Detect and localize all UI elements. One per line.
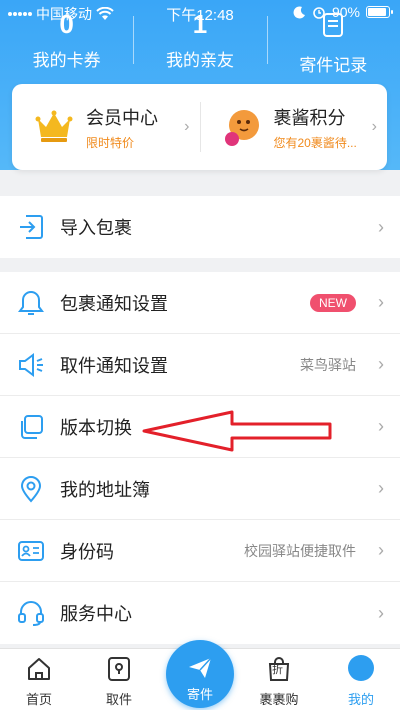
location-pin-icon: [20, 476, 42, 503]
member-center-subtitle: 限时特价: [86, 135, 135, 150]
version-switch-label: 版本切换: [60, 417, 132, 438]
profile-avatar-icon: [348, 655, 374, 681]
speaker-icon: [19, 353, 43, 377]
chevron-right-icon: ›: [378, 416, 384, 436]
stat-coupons-count: 0: [59, 9, 74, 39]
member-center-entry[interactable]: 会员中心 限时特价 ›: [12, 84, 200, 170]
chevron-right-icon: ›: [378, 602, 384, 623]
settings-section: 包裹通知设置 NEW › 取件通知设置 菜鸟驿站 › 版本切换 › 我的地址簿 …: [0, 272, 400, 644]
service-center-row[interactable]: 服务中心 ›: [0, 582, 400, 644]
tab-me-label: 我的: [347, 692, 374, 707]
tab-me[interactable]: 我的: [326, 649, 396, 710]
identity-code-label: 身份码: [60, 541, 114, 562]
member-card: 会员中心 限时特价 › 裹酱积分 您有20裹酱待... ›: [12, 84, 387, 170]
mascot-icon: [224, 110, 259, 146]
chevron-right-icon: ›: [184, 118, 190, 135]
chevron-right-icon: ›: [378, 292, 384, 312]
member-center-title: 会员中心: [86, 107, 158, 128]
stat-friends-label: 我的亲友: [165, 51, 234, 70]
pickup-notify-label: 取件通知设置: [60, 355, 168, 376]
profile-header: 中国移动 下午12:48 90% 0 我的卡券 1 我的亲友 寄件记录 会员中心…: [0, 0, 400, 170]
tab-send[interactable]: 寄件: [166, 640, 234, 708]
tab-pickup-label: 取件: [105, 692, 132, 707]
id-card-icon: [18, 541, 44, 561]
new-badge: NEW: [310, 293, 356, 312]
import-parcel-label: 导入包裹: [60, 218, 132, 238]
chevron-right-icon: ›: [371, 118, 377, 135]
home-icon: [28, 658, 50, 680]
stat-friends-count: 1: [192, 9, 208, 39]
stat-coupons-label: 我的卡券: [32, 51, 101, 70]
annotation-arrow: [142, 410, 332, 452]
pickup-notify-value: 菜鸟驿站: [300, 356, 356, 373]
paper-plane-icon: [189, 657, 212, 678]
stat-friends[interactable]: 1 我的亲友: [133, 10, 266, 72]
import-section: 导入包裹 ›: [0, 196, 400, 258]
pickup-notify-row[interactable]: 取件通知设置 菜鸟驿站 ›: [0, 334, 400, 396]
import-parcel-row[interactable]: 导入包裹 ›: [0, 196, 400, 258]
stat-send-records-label: 寄件记录: [299, 56, 368, 75]
tab-shop-label: 裹裹购: [259, 692, 299, 707]
chevron-right-icon: ›: [378, 216, 384, 237]
chevron-right-icon: ›: [378, 354, 384, 374]
chevron-right-icon: ›: [378, 540, 384, 560]
tab-home-label: 首页: [25, 692, 52, 707]
tab-home[interactable]: 首页: [4, 649, 74, 710]
address-book-label: 我的地址簿: [60, 479, 150, 500]
stats-row: 0 我的卡券 1 我的亲友 寄件记录: [0, 10, 400, 75]
points-entry[interactable]: 裹酱积分 您有20裹酱待... ›: [199, 84, 388, 170]
import-icon: [20, 215, 43, 239]
tab-pickup[interactable]: 取件: [84, 649, 154, 710]
stat-coupons[interactable]: 0 我的卡券: [0, 10, 133, 72]
identity-code-value: 校园驿站便捷取件: [244, 542, 356, 559]
chevron-right-icon: ›: [378, 478, 384, 498]
crown-icon: [35, 110, 73, 142]
parcel-notify-row[interactable]: 包裹通知设置 NEW ›: [0, 272, 400, 334]
tab-send-label: 寄件: [186, 687, 213, 702]
parcel-notify-label: 包裹通知设置: [60, 293, 168, 314]
bell-icon: [18, 290, 44, 315]
points-subtitle: 您有20裹酱待...: [273, 135, 357, 150]
points-title: 裹酱积分: [273, 107, 346, 128]
identity-code-row[interactable]: 身份码 校园驿站便捷取件 ›: [0, 520, 400, 582]
service-center-label: 服务中心: [60, 604, 132, 624]
stat-send-records-icon: [267, 10, 400, 43]
locker-icon: [108, 657, 130, 681]
headset-icon: [18, 601, 44, 626]
tab-shop-badge: 折: [272, 664, 283, 676]
stat-send-records[interactable]: 寄件记录: [266, 10, 400, 75]
copy-icon: [21, 415, 43, 439]
tab-shop[interactable]: 折 裹裹购: [244, 649, 314, 710]
address-book-row[interactable]: 我的地址簿 ›: [0, 458, 400, 520]
